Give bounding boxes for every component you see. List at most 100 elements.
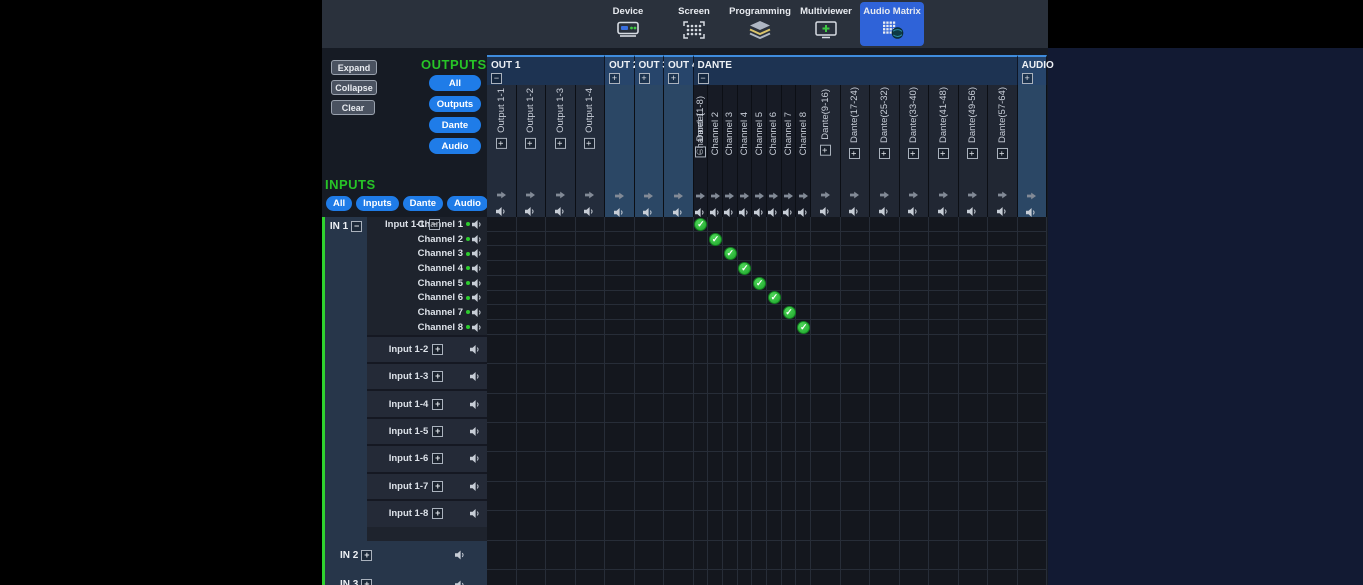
expand-box-icon[interactable]: +	[967, 147, 978, 158]
column-header-output-1-2[interactable]: +Output 1-2	[517, 85, 547, 217]
inputs-filter-all[interactable]: All	[326, 196, 352, 211]
column-mute-speaker-icon[interactable]	[768, 208, 779, 217]
row-mute-speaker-icon[interactable]	[472, 235, 483, 244]
column-mute-speaker-icon[interactable]	[525, 207, 536, 216]
column-header-dante-9-16-[interactable]: +Dante(9-16)	[811, 85, 841, 217]
column-group-header-out-3[interactable]: OUT 3+	[635, 55, 665, 85]
expand-box-icon[interactable]: +	[432, 481, 443, 492]
column-mute-speaker-icon[interactable]	[849, 207, 860, 216]
tab-multiviewer[interactable]: Multiviewer	[794, 2, 858, 46]
row-mute-speaker-icon[interactable]	[472, 293, 483, 302]
row-input-1-7[interactable]: Input 1-7+	[367, 472, 487, 499]
row-group-in-2[interactable]: IN 2+	[322, 541, 487, 570]
column-header-output-1-4[interactable]: +Output 1-4	[576, 85, 606, 217]
outputs-filter-all[interactable]: All	[429, 75, 481, 91]
tab-audio-matrix[interactable]: Audio Matrix	[860, 2, 924, 46]
column-mute-speaker-icon[interactable]	[908, 207, 919, 216]
column-mute-speaker-icon[interactable]	[710, 208, 721, 217]
column-mute-speaker-icon[interactable]	[614, 208, 625, 217]
column-mute-speaker-icon[interactable]	[695, 208, 706, 217]
outputs-filter-outputs[interactable]: Outputs	[429, 96, 481, 112]
collapse-box-icon[interactable]: −	[491, 73, 502, 84]
column-header-channel-2[interactable]: Channel 2	[708, 85, 723, 217]
expand-box-icon[interactable]: +	[997, 147, 1008, 158]
tab-device[interactable]: Device	[596, 2, 660, 46]
row-channel-3[interactable]: Channel 3	[367, 246, 487, 261]
expand-box-icon[interactable]: +	[432, 453, 443, 464]
column-header-dante-25-32-[interactable]: +Dante(25-32)	[870, 85, 900, 217]
column-mute-speaker-icon[interactable]	[938, 207, 949, 216]
row-channel-6[interactable]: Channel 6	[367, 290, 487, 305]
row-mute-speaker-icon[interactable]	[472, 249, 483, 258]
column-group-header-out-1[interactable]: OUT 1−	[487, 55, 605, 85]
row-input-1-6[interactable]: Input 1-6+	[367, 444, 487, 471]
expand-box-icon[interactable]: +	[1022, 73, 1033, 84]
column-mute-speaker-icon[interactable]	[724, 208, 735, 217]
column-mute-speaker-icon[interactable]	[820, 207, 831, 216]
row-mute-speaker-icon[interactable]	[470, 372, 481, 381]
column-mute-speaker-icon[interactable]	[798, 208, 809, 217]
row-channel-8[interactable]: Channel 8	[367, 320, 487, 335]
column-mute-speaker-icon[interactable]	[496, 207, 507, 216]
inputs-filter-dante[interactable]: Dante	[403, 196, 443, 211]
connection-check-icon[interactable]: ✓	[694, 218, 707, 231]
row-mute-speaker-icon[interactable]	[472, 264, 483, 273]
expand-box-icon[interactable]: +	[668, 73, 679, 84]
expand-box-icon[interactable]: +	[432, 399, 443, 410]
expand-box-icon[interactable]: +	[938, 147, 949, 158]
column-header-output-1-3[interactable]: +Output 1-3	[546, 85, 576, 217]
column-header-output-1-1[interactable]: +Output 1-1	[487, 85, 517, 217]
row-channel-5[interactable]: Channel 5	[367, 276, 487, 291]
row-mute-speaker-icon[interactable]	[470, 509, 481, 518]
tab-programming[interactable]: Programming	[728, 2, 792, 46]
connection-check-icon[interactable]: ✓	[709, 233, 722, 246]
column-mute-speaker-icon[interactable]	[1026, 208, 1037, 217]
column-mute-speaker-icon[interactable]	[643, 208, 654, 217]
inputs-filter-audio[interactable]: Audio	[447, 196, 488, 211]
column-header-channel-7[interactable]: Channel 7	[782, 85, 797, 217]
row-mute-speaker-icon[interactable]	[455, 580, 466, 585]
expand-box-icon[interactable]: +	[432, 508, 443, 519]
matrix-body[interactable]: ✓✓✓✓✓✓✓✓	[487, 217, 1047, 585]
column-header-dante-33-40-[interactable]: +Dante(33-40)	[900, 85, 930, 217]
column-header-channel-6[interactable]: Channel 6	[767, 85, 782, 217]
dante-subgroup-header[interactable]: −Dante(1-8)	[694, 87, 709, 159]
expand-box-icon[interactable]: +	[849, 147, 860, 158]
column-header-dante-41-48-[interactable]: +Dante(41-48)	[929, 85, 959, 217]
row-channel-1[interactable]: Input 1-1−Channel 1	[367, 217, 487, 232]
tab-screen[interactable]: Screen	[662, 2, 726, 46]
row-mute-speaker-icon[interactable]	[472, 279, 483, 288]
row-group-in-1[interactable]: IN 1−	[322, 217, 367, 541]
expand-box-icon[interactable]: +	[432, 426, 443, 437]
row-input-1-2[interactable]: Input 1-2+	[367, 335, 487, 362]
row-input-1-4[interactable]: Input 1-4+	[367, 389, 487, 416]
column-header-dante-57-64-[interactable]: +Dante(57-64)	[988, 85, 1018, 217]
column-mute-speaker-icon[interactable]	[555, 207, 566, 216]
row-mute-speaker-icon[interactable]	[470, 345, 481, 354]
connection-check-icon[interactable]: ✓	[753, 277, 766, 290]
row-mute-speaker-icon[interactable]	[470, 454, 481, 463]
expand-box-icon[interactable]: +	[879, 147, 890, 158]
collapse-box-icon[interactable]: −	[698, 73, 709, 84]
collapse-box-icon[interactable]: −	[351, 221, 362, 232]
column-header-dante-49-56-[interactable]: +Dante(49-56)	[959, 85, 989, 217]
column-mute-speaker-icon[interactable]	[967, 207, 978, 216]
collapse-box-icon[interactable]: −	[429, 219, 440, 230]
row-mute-speaker-icon[interactable]	[470, 400, 481, 409]
row-channel-2[interactable]: Channel 2	[367, 232, 487, 247]
column-header-dante-17-24-[interactable]: +Dante(17-24)	[841, 85, 871, 217]
expand-box-icon[interactable]: +	[496, 138, 507, 149]
column-header[interactable]	[635, 85, 665, 217]
connection-check-icon[interactable]: ✓	[738, 262, 751, 275]
column-group-header-dante[interactable]: DANTE−	[694, 55, 1018, 85]
column-header-channel-5[interactable]: Channel 5	[752, 85, 767, 217]
connection-check-icon[interactable]: ✓	[783, 306, 796, 319]
row-channel-7[interactable]: Channel 7	[367, 305, 487, 320]
column-mute-speaker-icon[interactable]	[783, 208, 794, 217]
column-header-channel-8[interactable]: Channel 8	[796, 85, 811, 217]
expand-box-icon[interactable]: +	[908, 147, 919, 158]
column-group-header-out-2[interactable]: OUT 2+	[605, 55, 635, 85]
column-header-channel-4[interactable]: Channel 4	[738, 85, 753, 217]
row-mute-speaker-icon[interactable]	[470, 482, 481, 491]
expand-box-icon[interactable]: +	[584, 138, 595, 149]
